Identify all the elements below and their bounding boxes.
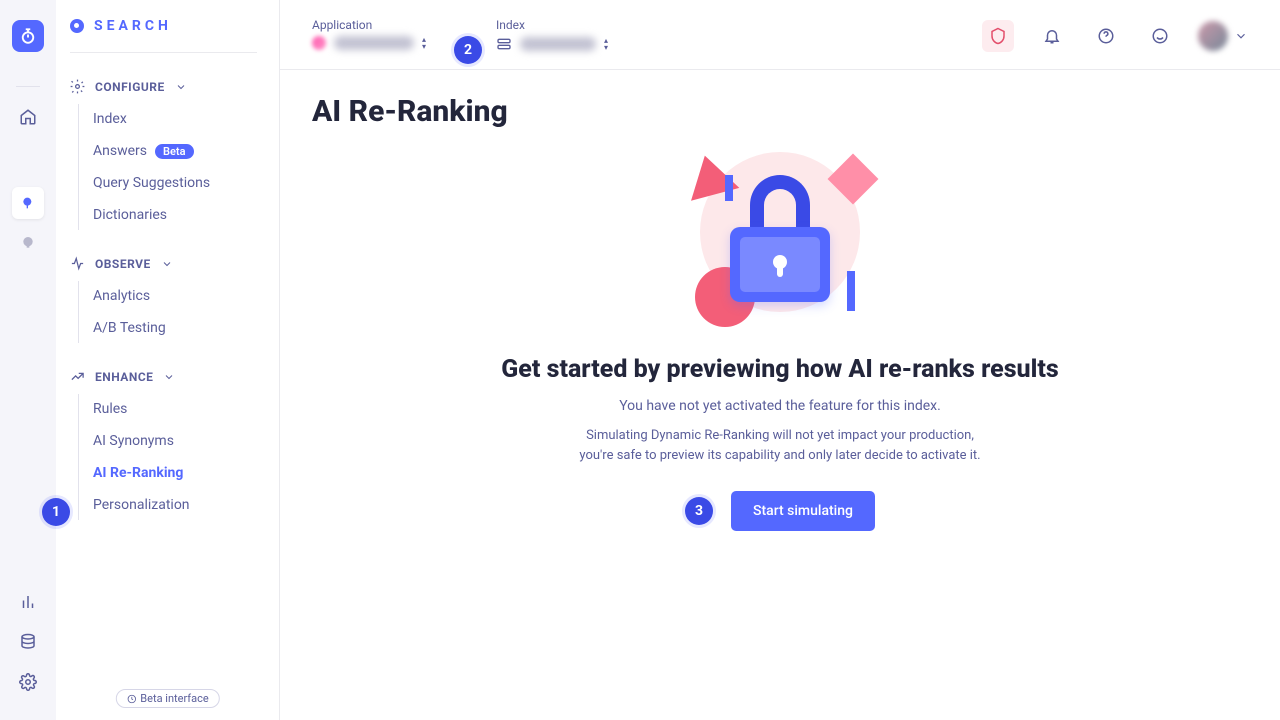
rail-analytics[interactable] — [12, 586, 44, 618]
bell-icon — [1043, 27, 1061, 45]
step-marker-1: 1 — [42, 498, 70, 526]
sidebar-item-label: Index — [93, 111, 127, 127]
hero-subtitle: You have not yet activated the feature f… — [619, 398, 941, 414]
search-pin-icon — [20, 195, 36, 211]
sidebar: SEARCH CONFIGURE Index Answers Beta Quer… — [56, 0, 280, 720]
beta-badge: Beta — [155, 144, 194, 159]
main: Application ▴▾ 2 Index ▴▾ — [280, 0, 1280, 720]
help[interactable] — [1090, 20, 1122, 52]
brand-logo[interactable] — [12, 20, 44, 52]
section-label: CONFIGURE — [95, 80, 165, 94]
smile-icon — [1151, 27, 1169, 45]
sidebar-item-label: Query Suggestions — [93, 175, 210, 191]
sidebar-item-label: Answers — [93, 143, 147, 159]
sidebar-item-label: AI Re-Ranking — [93, 465, 183, 481]
nav-rail — [0, 0, 56, 720]
sidebar-item-label: Personalization — [93, 497, 190, 513]
stopwatch-icon — [19, 27, 37, 45]
lock-illustration — [685, 147, 875, 337]
beta-interface-badge[interactable]: Beta interface — [115, 689, 219, 708]
hero: Get started by previewing how AI re-rank… — [312, 147, 1248, 531]
gear-icon — [19, 673, 37, 691]
sidebar-item-personalization[interactable]: Personalization — [93, 490, 257, 520]
rail-hint[interactable] — [12, 227, 44, 259]
index-label: Index — [496, 18, 608, 32]
chevron-down-icon — [1234, 29, 1248, 43]
pulse-icon — [70, 256, 85, 271]
sidebar-item-index[interactable]: Index — [93, 104, 257, 134]
sort-caret-icon: ▴▾ — [604, 37, 608, 51]
hero-description: Simulating Dynamic Re-Ranking will not y… — [579, 426, 980, 465]
app-color-dot — [312, 36, 326, 50]
search-dot-icon — [70, 19, 84, 33]
step-marker-3: 3 — [685, 497, 713, 525]
sidebar-item-query-suggestions[interactable]: Query Suggestions — [93, 168, 257, 198]
sidebar-item-answers[interactable]: Answers Beta — [93, 136, 257, 166]
avatar — [1198, 21, 1228, 51]
beta-interface-text: Beta interface — [140, 692, 208, 705]
sidebar-title: SEARCH — [70, 18, 257, 53]
section-label: ENHANCE — [95, 370, 153, 384]
application-selector[interactable]: Application ▴▾ — [312, 18, 426, 50]
trend-icon — [70, 369, 85, 384]
rail-home[interactable] — [12, 101, 44, 133]
list-icon — [496, 36, 512, 52]
index-selector[interactable]: Index ▴▾ — [496, 18, 608, 52]
application-label: Application — [312, 18, 426, 32]
section-configure[interactable]: CONFIGURE — [70, 67, 257, 104]
rail-search[interactable] — [12, 187, 44, 219]
sidebar-item-label: Dictionaries — [93, 207, 167, 223]
chevron-down-icon — [163, 371, 175, 383]
home-icon — [19, 108, 37, 126]
notifications[interactable] — [1036, 20, 1068, 52]
section-observe[interactable]: OBSERVE — [70, 244, 257, 281]
shield-icon — [989, 27, 1007, 45]
rail-settings[interactable] — [12, 666, 44, 698]
chevron-down-icon — [161, 258, 173, 270]
sidebar-item-abtesting[interactable]: A/B Testing — [93, 313, 257, 343]
lightbulb-icon — [20, 235, 36, 251]
sidebar-item-ai-synonyms[interactable]: AI Synonyms — [93, 426, 257, 456]
gear-icon — [70, 79, 85, 94]
clock-icon — [126, 694, 136, 704]
section-enhance[interactable]: ENHANCE — [70, 357, 257, 394]
sidebar-item-label: A/B Testing — [93, 320, 166, 336]
step-marker-2: 2 — [454, 36, 482, 64]
sidebar-item-analytics[interactable]: Analytics — [93, 281, 257, 311]
index-name-redacted — [520, 37, 596, 51]
sort-caret-icon: ▴▾ — [422, 36, 426, 50]
sidebar-item-label: Analytics — [93, 288, 150, 304]
section-label: OBSERVE — [95, 257, 151, 271]
bars-icon — [19, 593, 37, 611]
topbar-right — [982, 20, 1248, 52]
page-title: AI Re-Ranking — [312, 94, 1248, 129]
sidebar-item-ai-reranking[interactable]: AI Re-Ranking — [93, 458, 257, 488]
sidebar-title-text: SEARCH — [94, 18, 172, 34]
sidebar-item-dictionaries[interactable]: Dictionaries — [93, 200, 257, 230]
security-status[interactable] — [982, 20, 1014, 52]
app-name-redacted — [334, 36, 414, 50]
topbar: Application ▴▾ 2 Index ▴▾ — [280, 0, 1280, 70]
database-icon — [19, 633, 37, 651]
content: AI Re-Ranking Get started by previewing … — [280, 70, 1280, 720]
help-icon — [1097, 27, 1115, 45]
feedback[interactable] — [1144, 20, 1176, 52]
hero-heading: Get started by previewing how AI re-rank… — [501, 355, 1058, 384]
chevron-down-icon — [175, 81, 187, 93]
sidebar-item-label: AI Synonyms — [93, 433, 174, 449]
rail-data[interactable] — [12, 626, 44, 658]
sidebar-item-rules[interactable]: Rules — [93, 394, 257, 424]
sidebar-item-label: Rules — [93, 401, 127, 417]
start-simulating-button[interactable]: Start simulating — [731, 491, 875, 531]
user-menu[interactable] — [1198, 21, 1248, 51]
